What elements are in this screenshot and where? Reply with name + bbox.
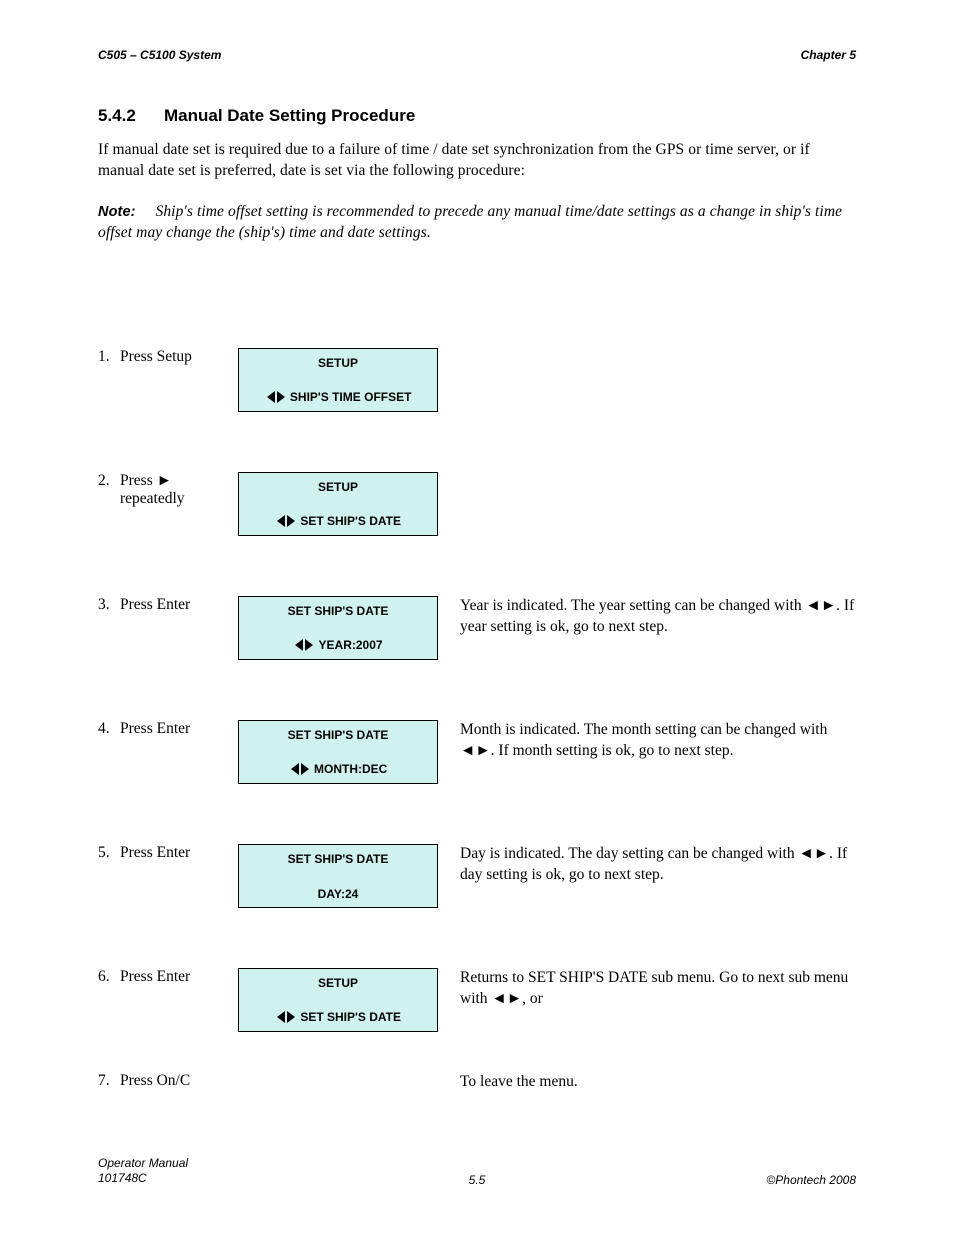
footer-left: Operator Manual 101748C xyxy=(98,1156,188,1187)
lcd-panel: SETUP SHIP'S TIME OFFSET xyxy=(238,348,438,412)
lcd-line1: SET SHIP'S DATE xyxy=(239,604,437,618)
section-number: 5.4.2 xyxy=(98,106,136,126)
lcd-line1: SETUP xyxy=(239,976,437,990)
step-number: 7. xyxy=(98,1072,110,1090)
lcd-line2-text: SHIP'S TIME OFFSET xyxy=(290,390,412,404)
lcd-line2: SET SHIP'S DATE xyxy=(239,1010,437,1025)
note: Note: Ship's time offset setting is reco… xyxy=(98,202,854,244)
header-left: C505 – C5100 System xyxy=(98,48,221,62)
step-label: Press ► repeatedly xyxy=(120,472,240,508)
lcd-line2: DAY:24 xyxy=(239,887,437,901)
lcd-panel: SETUP SET SHIP'S DATE xyxy=(238,968,438,1032)
lcd-line1: SETUP xyxy=(239,480,437,494)
lcd-line2-text: YEAR:2007 xyxy=(319,638,383,652)
step-label: Press Enter xyxy=(120,968,240,986)
lcd-panel: SETUP SET SHIP'S DATE xyxy=(238,472,438,536)
step-number: 4. xyxy=(98,720,110,738)
header-right: Chapter 5 xyxy=(801,48,856,62)
note-spacer xyxy=(140,203,152,220)
footer-left-line2: 101748C xyxy=(98,1171,188,1187)
note-label: Note: xyxy=(98,204,136,220)
footer-left-line1: Operator Manual xyxy=(98,1156,188,1172)
page: C505 – C5100 System Chapter 5 5.4.2 Manu… xyxy=(0,0,954,1235)
arrow-left-right-icon xyxy=(277,1011,295,1023)
step-number: 1. xyxy=(98,348,110,366)
lcd-line2: YEAR:2007 xyxy=(239,638,437,653)
step-number: 2. xyxy=(98,472,110,490)
lcd-line2-text: MONTH:DEC xyxy=(314,762,387,776)
footer-right: ©Phontech 2008 xyxy=(766,1173,856,1187)
lcd-panel: SET SHIP'S DATE YEAR:2007 xyxy=(238,596,438,660)
footer-page-number: 5.5 xyxy=(469,1173,486,1187)
step-description: Month is indicated. The month setting ca… xyxy=(460,720,860,762)
arrow-left-right-icon xyxy=(295,639,313,651)
step-label: Press Setup xyxy=(120,348,240,366)
arrow-left-right-icon xyxy=(267,391,285,403)
arrow-left-right-icon xyxy=(291,763,309,775)
section-title: Manual Date Setting Procedure xyxy=(164,106,415,126)
step-number: 5. xyxy=(98,844,110,862)
lcd-line2: MONTH:DEC xyxy=(239,762,437,777)
lcd-line2: SHIP'S TIME OFFSET xyxy=(239,390,437,405)
lcd-line2-text: SET SHIP'S DATE xyxy=(300,1010,401,1024)
note-body: Ship's time offset setting is recommende… xyxy=(98,203,842,241)
step-number: 3. xyxy=(98,596,110,614)
lcd-line2: SET SHIP'S DATE xyxy=(239,514,437,529)
step-description: To leave the menu. xyxy=(460,1072,860,1093)
lcd-panel: SET SHIP'S DATE DAY:24 xyxy=(238,844,438,908)
lcd-line1: SETUP xyxy=(239,356,437,370)
step-label: Press Enter xyxy=(120,720,240,738)
lcd-line1: SET SHIP'S DATE xyxy=(239,728,437,742)
lcd-line2-text: DAY:24 xyxy=(318,887,359,901)
step-number: 6. xyxy=(98,968,110,986)
section-body: If manual date set is required due to a … xyxy=(98,140,854,244)
lcd-line1: SET SHIP'S DATE xyxy=(239,852,437,866)
step-label: Press Enter xyxy=(120,596,240,614)
lcd-panel: SET SHIP'S DATE MONTH:DEC xyxy=(238,720,438,784)
intro-paragraph: If manual date set is required due to a … xyxy=(98,140,854,182)
arrow-left-right-icon xyxy=(277,515,295,527)
step-description: Day is indicated. The day setting can be… xyxy=(460,844,860,886)
step-description: Year is indicated. The year setting can … xyxy=(460,596,860,638)
lcd-line2-text: SET SHIP'S DATE xyxy=(300,514,401,528)
step-label: Press Enter xyxy=(120,844,240,862)
step-description: Returns to SET SHIP'S DATE sub menu. Go … xyxy=(460,968,860,1010)
step-label: Press On/C xyxy=(120,1072,240,1090)
